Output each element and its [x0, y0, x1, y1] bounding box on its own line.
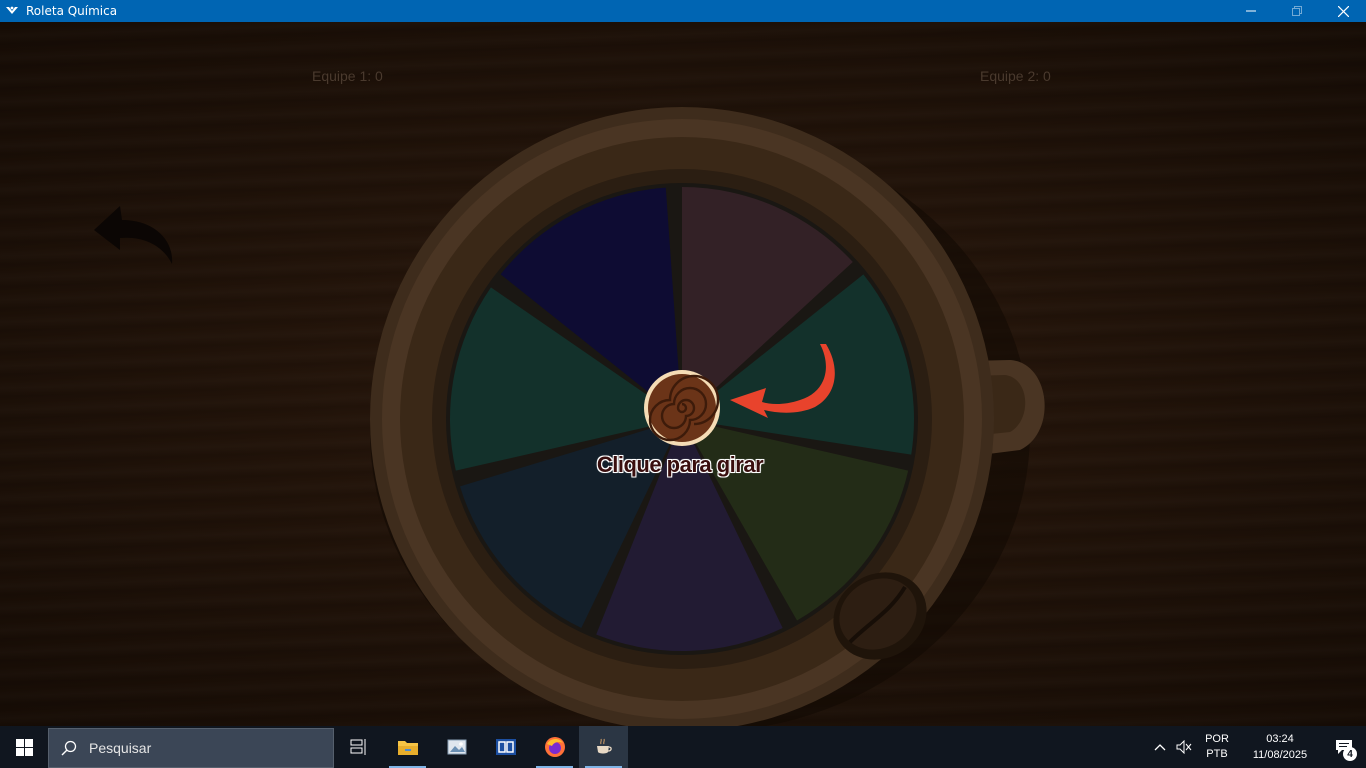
keyboard-layout: PTB: [1206, 748, 1228, 760]
close-icon: [1337, 5, 1349, 17]
media-app-icon: [495, 739, 516, 755]
volume-muted-icon: [1176, 740, 1192, 754]
task-view-button[interactable]: [334, 726, 383, 768]
notifications-button[interactable]: 4: [1322, 726, 1366, 768]
start-button[interactable]: [0, 726, 48, 768]
minimize-button[interactable]: [1228, 0, 1274, 22]
search-box[interactable]: Pesquisar: [48, 727, 334, 768]
show-hidden-icons-button[interactable]: [1148, 726, 1172, 768]
chevron-up-icon: [1154, 744, 1166, 751]
clock-time: 03:24: [1266, 733, 1294, 745]
restore-icon: [1292, 6, 1302, 16]
task-view-icon: [350, 739, 365, 755]
spin-hint-label: Clique para girar: [596, 452, 764, 477]
firefox-icon: [544, 737, 565, 757]
firefox-button[interactable]: [530, 726, 579, 768]
coffee-game-button[interactable]: [579, 726, 628, 768]
windows-icon: [15, 738, 33, 756]
file-explorer-button[interactable]: [383, 726, 432, 768]
file-explorer-icon: [397, 741, 418, 755]
coffee-game-icon: [596, 738, 612, 754]
spin-button[interactable]: [644, 371, 722, 449]
system-tray: POR PTB 03:24 11/08/2025 4: [1148, 726, 1366, 768]
media-app-button[interactable]: [481, 726, 530, 768]
language-indicator[interactable]: POR PTB: [1196, 726, 1238, 768]
title-bar: Roleta Química: [0, 0, 1366, 22]
window-controls: [1228, 0, 1366, 22]
image-viewer-button[interactable]: [432, 726, 481, 768]
window-title: Roleta Química: [26, 4, 118, 18]
restore-button[interactable]: [1274, 0, 1320, 22]
search-icon: [49, 740, 89, 756]
volume-button[interactable]: [1172, 726, 1196, 768]
image-viewer-icon: [447, 739, 466, 755]
game-area: Equipe 1: 0 Equipe 2: 0 Clique para gira…: [0, 22, 1366, 726]
clock[interactable]: 03:24 11/08/2025: [1238, 726, 1322, 768]
taskbar: Pesquisar POR PTB 03:24 11/08/2025 4: [0, 726, 1366, 768]
notification-count-badge: 4: [1343, 747, 1357, 761]
search-placeholder: Pesquisar: [89, 739, 152, 756]
close-button[interactable]: [1320, 0, 1366, 22]
clock-date: 11/08/2025: [1252, 749, 1308, 761]
minimize-icon: [1246, 10, 1256, 12]
app-logo-icon: [4, 3, 20, 19]
language-code: POR: [1205, 733, 1229, 745]
